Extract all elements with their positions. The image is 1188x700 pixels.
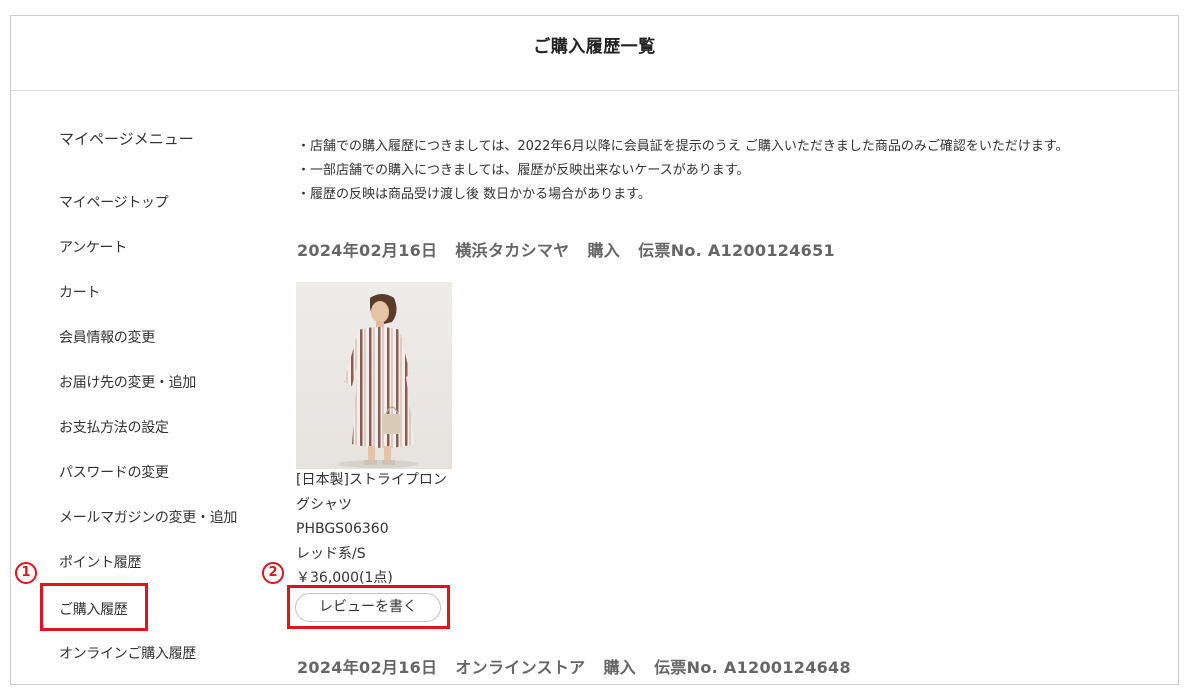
sidebar-heading: マイページメニュー: [59, 130, 194, 148]
order-date: 2024年02月16日: [297, 241, 438, 260]
sidebar-item-point-history[interactable]: ポイント履歴: [59, 552, 142, 572]
product-code: PHBGS06360: [296, 521, 389, 537]
sidebar-item-mypage-top[interactable]: マイページトップ: [59, 192, 169, 212]
order-heading: 2024年02月16日 横浜タカシマヤ 購入 伝票No. A1200124651: [297, 237, 835, 261]
sidebar-item-delivery-address[interactable]: お届け先の変更・追加: [59, 372, 196, 392]
order-store: 横浜タカシマヤ: [455, 241, 570, 260]
sidebar-item-payment-method[interactable]: お支払方法の設定: [59, 417, 169, 437]
product-variant: レッド系/S: [296, 545, 366, 562]
highlight-box-purchase-history: [40, 583, 148, 631]
sidebar-item-member-info[interactable]: 会員情報の変更: [59, 327, 155, 347]
notice-item: ・一部店舗での購入につきましては、履歴が反映出来ないケースがあります。: [297, 163, 750, 178]
order-type: 購入: [587, 241, 621, 260]
order-date: 2024年02月16日: [297, 658, 438, 677]
page-header: ご購入履歴一覧: [11, 16, 1178, 91]
highlight-box-review-button: [287, 585, 450, 629]
product-details: [日本製]ストライプロン グシャツ PHBGS06360 レッド系/S ￥36,0…: [296, 468, 466, 591]
notice-item: ・店舗での購入履歴につきましては、2022年6月以降に会員証を提示のうえ ご購入…: [297, 139, 1069, 154]
order-slip-number: 伝票No. A1200124651: [638, 241, 835, 260]
page-title: ご購入履歴一覧: [533, 37, 656, 57]
product-name[interactable]: [日本製]ストライプロン グシャツ: [296, 468, 466, 517]
sidebar-item-online-purchase-history[interactable]: オンラインご購入履歴: [59, 643, 196, 663]
notice-item: ・履歴の反映は商品受け渡し後 数日かかる場合があります。: [297, 187, 651, 202]
annotation-marker-2: 2: [262, 562, 284, 584]
order-slip-number: 伝票No. A1200124648: [654, 658, 851, 677]
main-panel: ご購入履歴一覧 マイページメニュー マイページトップ アンケート カート 会員情…: [10, 15, 1179, 685]
order-type: 購入: [603, 658, 637, 677]
annotation-marker-1: 1: [15, 562, 37, 584]
sidebar-item-mail-magazine[interactable]: メールマガジンの変更・追加: [59, 507, 237, 527]
sidebar-item-survey[interactable]: アンケート: [59, 237, 127, 257]
product-photo-graphic: [338, 294, 418, 468]
order-heading: 2024年02月16日 オンラインストア 購入 伝票No. A1200124648: [297, 654, 851, 678]
sidebar-item-cart[interactable]: カート: [59, 282, 100, 302]
sidebar-item-password[interactable]: パスワードの変更: [59, 462, 169, 482]
order-store: オンラインストア: [455, 658, 586, 677]
product-image[interactable]: [296, 282, 452, 469]
notice-list: ・店舗での購入履歴につきましては、2022年6月以降に会員証を提示のうえ ご購入…: [297, 135, 1069, 207]
